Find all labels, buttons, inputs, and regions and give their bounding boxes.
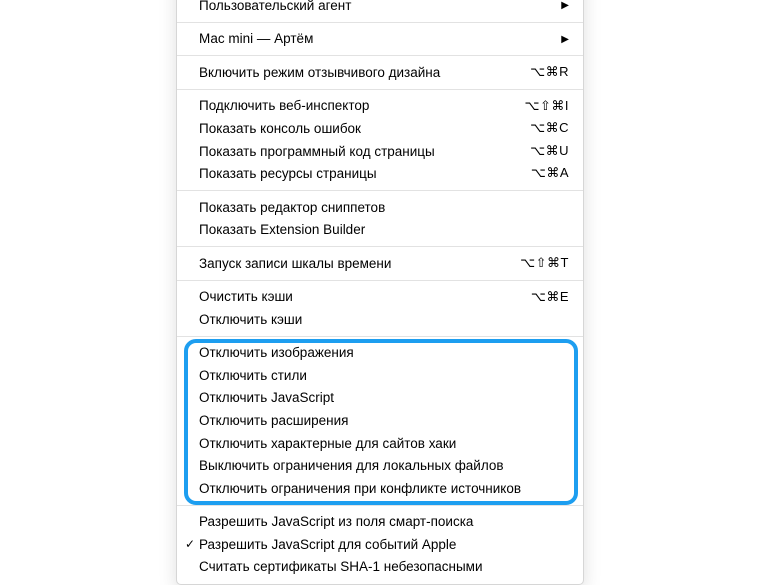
menu-item-label: Отключить кэши — [199, 311, 569, 329]
menu-item-disable-caches[interactable]: Отключить кэши — [177, 308, 583, 331]
context-menu: Открыть страницу с помощью▶Пользовательс… — [176, 0, 584, 585]
menu-item-label: Отключить ограничения при конфликте исто… — [199, 480, 569, 498]
menu-group: Включить режим отзывчивого дизайна ⌥⌘R — [177, 61, 583, 84]
menu-item-label: Отключить расширения — [199, 412, 569, 430]
menu-separator — [177, 89, 583, 90]
menu-item-label: Подключить веб-инспектор — [199, 97, 513, 115]
menu-item-disable-javascript[interactable]: Отключить JavaScript — [177, 387, 583, 410]
menu-item-mac-mini[interactable]: Маc mini — Артём ▶ — [177, 28, 583, 51]
menu-item-label: Выключить ограничения для локальных файл… — [199, 457, 569, 475]
menu-item-shortcut: ⌥⌘A — [531, 165, 569, 182]
menu-group: Запуск записи шкалы времени ⌥⇧⌘T — [177, 252, 583, 275]
menu-separator — [177, 505, 583, 506]
menu-group: Показать редактор сниппетов Показать Exte… — [177, 196, 583, 241]
menu-item-allow-js-smart-search[interactable]: Разрешить JavaScript из поля смарт-поиск… — [177, 511, 583, 534]
menu-item-label: Очистить кэши — [199, 288, 519, 306]
menu-item-show-page-source[interactable]: Показать программный код страницы ⌥⌘U — [177, 140, 583, 163]
menu-group: Маc mini — Артём ▶ — [177, 28, 583, 51]
menu-item-label: Отключить характерные для сайтов хаки — [199, 435, 569, 453]
menu-separator — [177, 22, 583, 23]
menu-item-show-snippet-editor[interactable]: Показать редактор сниппетов — [177, 196, 583, 219]
menu-item-label: Маc mini — Артём — [199, 30, 549, 48]
menu-group: Разрешить JavaScript из поля смарт-поиск… — [177, 511, 583, 579]
menu-item-label: Показать ресурсы страницы — [199, 165, 519, 183]
menu-group: Открыть страницу с помощью▶Пользовательс… — [177, 0, 583, 17]
menu-separator — [177, 55, 583, 56]
menu-item-label: Считать сертификаты SHA-1 небезопасными — [199, 558, 569, 576]
menu-item-disable-site-hacks[interactable]: Отключить характерные для сайтов хаки — [177, 432, 583, 455]
menu-item-label: Запуск записи шкалы времени — [199, 255, 508, 273]
chevron-right-icon: ▶ — [561, 33, 569, 46]
menu-item-label: Разрешить JavaScript для событий Apple — [199, 536, 569, 554]
menu-separator — [177, 246, 583, 247]
menu-item-start-timeline-recording[interactable]: Запуск записи шкалы времени ⌥⇧⌘T — [177, 252, 583, 275]
chevron-right-icon: ▶ — [561, 0, 569, 12]
menu-item-empty-caches[interactable]: Очистить кэши ⌥⌘E — [177, 286, 583, 309]
menu-item-disable-local-file-restrictions[interactable]: Выключить ограничения для локальных файл… — [177, 455, 583, 478]
menu-item-label: Показать Extension Builder — [199, 221, 569, 239]
menu-item-shortcut: ⌥⇧⌘I — [525, 98, 570, 115]
menu-item-label: Пользовательский агент — [199, 0, 549, 14]
menu-item-label: Разрешить JavaScript из поля смарт-поиск… — [199, 513, 569, 531]
menu-item-responsive-design[interactable]: Включить режим отзывчивого дизайна ⌥⌘R — [177, 61, 583, 84]
menu-item-label: Отключить изображения — [199, 344, 569, 362]
menu-item-shortcut: ⌥⌘U — [530, 143, 569, 160]
menu-item-disable-styles[interactable]: Отключить стили — [177, 364, 583, 387]
menu-item-label: Включить режим отзывчивого дизайна — [199, 64, 518, 82]
menu-separator — [177, 336, 583, 337]
menu-item-user-agent[interactable]: Пользовательский агент ▶ — [177, 0, 583, 17]
menu-item-disable-images[interactable]: Отключить изображения — [177, 342, 583, 365]
menu-group: Отключить изображения Отключить стили Откл… — [177, 342, 583, 500]
menu-item-label: Отключить стили — [199, 367, 569, 385]
menu-item-allow-js-apple-events[interactable]: ✓Разрешить JavaScript для событий Apple — [177, 533, 583, 556]
menu-item-shortcut: ⌥⌘E — [531, 289, 569, 306]
menu-item-label: Показать консоль ошибок — [199, 120, 518, 138]
menu-item-show-page-resources[interactable]: Показать ресурсы страницы ⌥⌘A — [177, 163, 583, 186]
menu-item-show-error-console[interactable]: Показать консоль ошибок ⌥⌘C — [177, 117, 583, 140]
menu-item-label: Отключить JavaScript — [199, 389, 569, 407]
menu-item-label: Показать редактор сниппетов — [199, 199, 569, 217]
menu-group: Очистить кэши ⌥⌘E Отключить кэши — [177, 286, 583, 331]
menu-item-treat-sha1-insecure[interactable]: Считать сертификаты SHA-1 небезопасными — [177, 556, 583, 579]
menu-separator — [177, 280, 583, 281]
menu-group: Подключить веб-инспектор ⌥⇧⌘I Показать кон… — [177, 95, 583, 185]
menu-item-disable-extensions[interactable]: Отключить расширения — [177, 409, 583, 432]
menu-item-connect-web-inspector[interactable]: Подключить веб-инспектор ⌥⇧⌘I — [177, 95, 583, 118]
menu-item-shortcut: ⌥⌘C — [530, 120, 569, 137]
menu-item-disable-cross-origin-restrictions[interactable]: Отключить ограничения при конфликте исто… — [177, 477, 583, 500]
menu-item-shortcut: ⌥⌘R — [530, 64, 569, 81]
menu-item-show-extension-builder[interactable]: Показать Extension Builder — [177, 219, 583, 242]
menu-separator — [177, 190, 583, 191]
menu-item-label: Показать программный код страницы — [199, 143, 518, 161]
menu-item-shortcut: ⌥⇧⌘T — [520, 255, 569, 272]
